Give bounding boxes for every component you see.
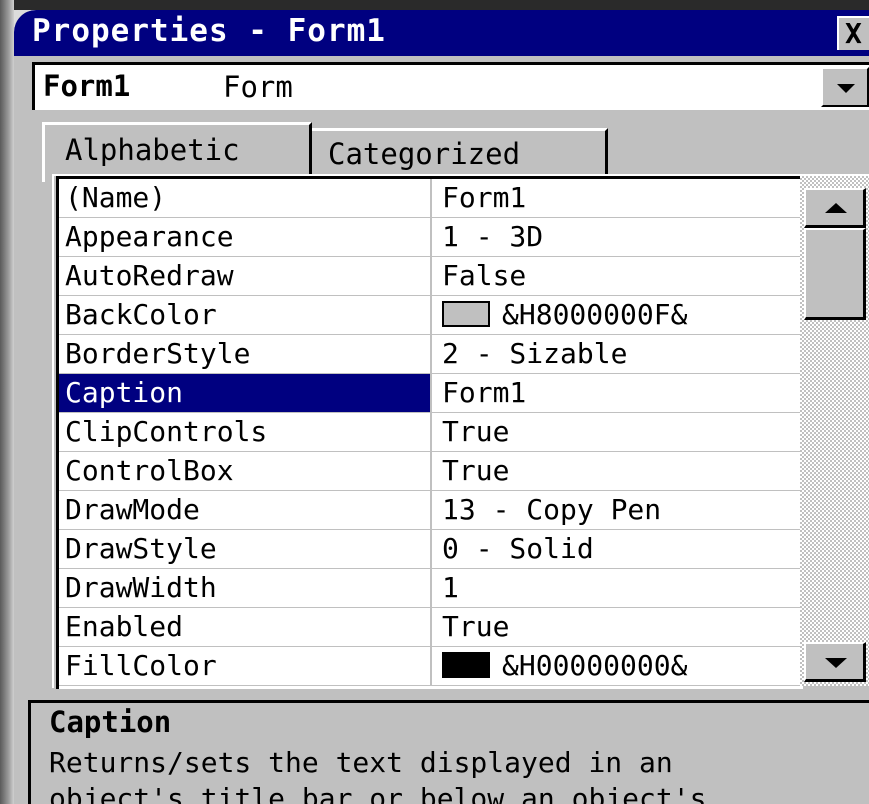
arrow-down-icon xyxy=(825,658,847,668)
property-name[interactable]: BackColor xyxy=(59,296,432,334)
tab-alphabetic[interactable]: Alphabetic xyxy=(42,122,312,182)
property-value[interactable]: 13 - Copy Pen xyxy=(434,491,803,529)
frame-left-edge xyxy=(0,0,14,804)
arrow-up-icon xyxy=(825,203,847,213)
property-value-text: &H00000000& xyxy=(502,649,688,682)
property-name[interactable]: (Name) xyxy=(59,179,432,217)
object-type: Form xyxy=(223,70,293,104)
property-name[interactable]: DrawStyle xyxy=(59,530,432,568)
property-row[interactable]: DrawMode 13 - Copy Pen xyxy=(59,491,803,530)
scroll-up-button[interactable] xyxy=(804,188,866,228)
description-line: object's title bar or below an object's xyxy=(49,782,707,804)
property-row[interactable]: BorderStyle 2 - Sizable xyxy=(59,335,803,374)
property-row[interactable]: ClipControls True xyxy=(59,413,803,452)
property-value[interactable]: 1 - 3D xyxy=(434,218,803,256)
property-value[interactable]: &H8000000F& xyxy=(434,296,803,334)
scrollbar-thumb[interactable] xyxy=(804,228,866,320)
property-value[interactable]: &H00000000& xyxy=(434,647,803,685)
property-name[interactable]: BorderStyle xyxy=(59,335,432,373)
property-name[interactable]: Appearance xyxy=(59,218,432,256)
object-selector-dropdown-button[interactable] xyxy=(821,67,869,107)
close-button[interactable]: X xyxy=(837,16,869,50)
property-row[interactable]: Enabled True xyxy=(59,608,803,647)
property-name[interactable]: AutoRedraw xyxy=(59,257,432,295)
property-row[interactable]: DrawStyle 0 - Solid xyxy=(59,530,803,569)
property-row[interactable]: BackColor &H8000000F& xyxy=(59,296,803,335)
property-value-text: &H8000000F& xyxy=(502,298,688,331)
property-name[interactable]: Enabled xyxy=(59,608,432,646)
property-row[interactable]: Caption Form1 xyxy=(59,374,803,413)
description-text: Returns/sets the text displayed in an ob… xyxy=(49,745,869,804)
property-row[interactable]: AutoRedraw False xyxy=(59,257,803,296)
property-row[interactable]: (Name) Form1 xyxy=(59,179,803,218)
vertical-scrollbar[interactable] xyxy=(800,176,869,686)
chevron-down-icon xyxy=(837,84,855,93)
property-row[interactable]: Appearance 1 - 3D xyxy=(59,218,803,257)
object-name: Form1 xyxy=(43,69,131,103)
property-name[interactable]: DrawWidth xyxy=(59,569,432,607)
property-value[interactable]: True xyxy=(434,413,803,451)
scroll-down-button[interactable] xyxy=(804,642,866,682)
title-bar[interactable]: Properties - Form1 X xyxy=(14,10,869,56)
property-value[interactable]: Form1 xyxy=(434,374,803,412)
description-line: Returns/sets the text displayed in an xyxy=(49,746,673,779)
property-value[interactable]: True xyxy=(434,608,803,646)
property-value[interactable]: 1 xyxy=(434,569,803,607)
property-row[interactable]: ControlBox True xyxy=(59,452,803,491)
property-grid: (Name) Form1 Appearance 1 - 3D AutoRedraw Fal… xyxy=(56,176,803,689)
color-swatch xyxy=(442,301,490,327)
property-name[interactable]: Caption xyxy=(59,374,432,412)
property-name[interactable]: ControlBox xyxy=(59,452,432,490)
property-name[interactable]: FillColor xyxy=(59,647,432,685)
property-row[interactable]: FillColor &H00000000& xyxy=(59,647,803,686)
property-row[interactable]: DrawWidth 1 xyxy=(59,569,803,608)
property-value[interactable]: 2 - Sizable xyxy=(434,335,803,373)
property-value[interactable]: False xyxy=(434,257,803,295)
window-title: Properties - Form1 xyxy=(32,13,386,49)
property-name[interactable]: ClipControls xyxy=(59,413,432,451)
property-name[interactable]: DrawMode xyxy=(59,491,432,529)
description-pane: Caption Returns/sets the text displayed … xyxy=(28,700,869,804)
description-title: Caption xyxy=(49,705,172,739)
property-value[interactable]: Form1 xyxy=(434,179,803,217)
object-selector-combo[interactable]: Form1 Form xyxy=(32,62,869,110)
screen-frame: Properties - Form1 X Form1 Form Categori… xyxy=(0,0,869,804)
property-value[interactable]: True xyxy=(434,452,803,490)
tab-categorized[interactable]: Categorized xyxy=(312,128,608,178)
properties-window: Properties - Form1 X Form1 Form Categori… xyxy=(14,10,869,804)
property-value[interactable]: 0 - Solid xyxy=(434,530,803,568)
frame-top-edge xyxy=(0,0,869,10)
color-swatch xyxy=(442,652,490,678)
